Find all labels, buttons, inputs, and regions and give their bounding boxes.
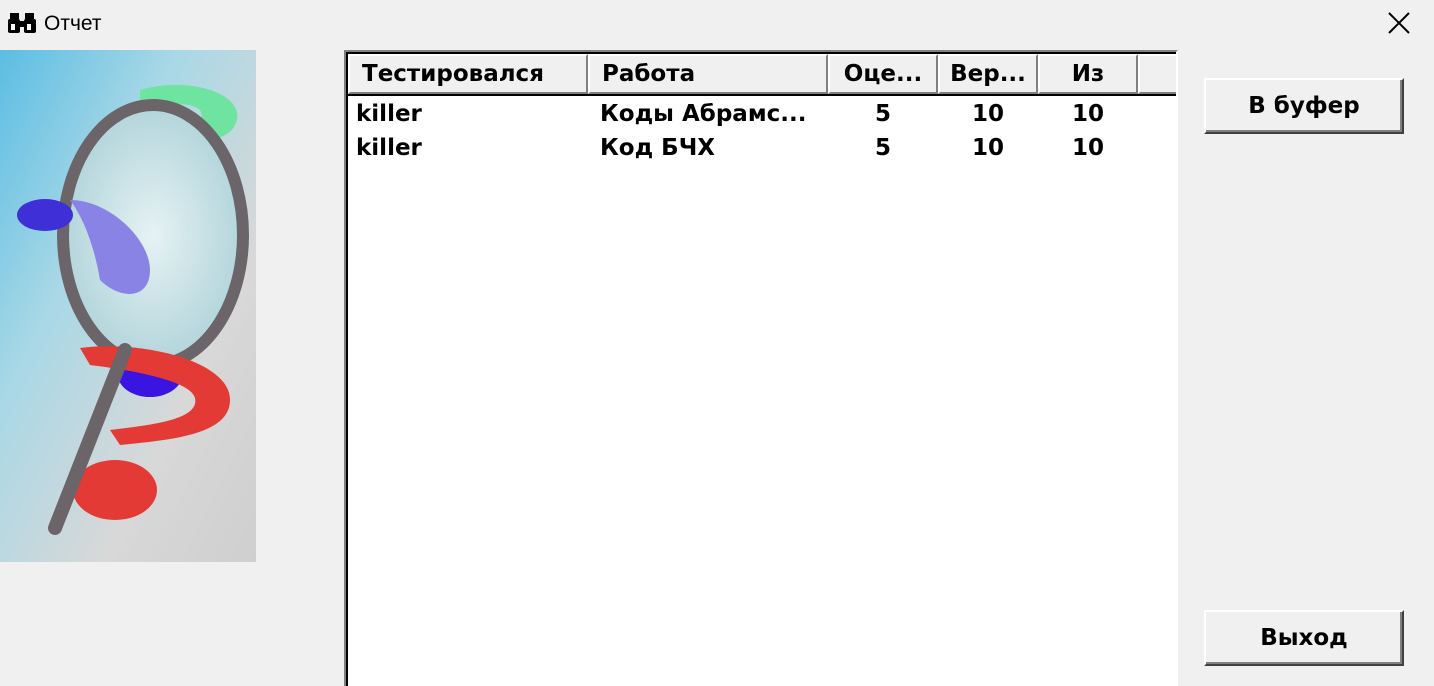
cell-tested: killer bbox=[356, 135, 422, 161]
close-button[interactable] bbox=[1364, 0, 1434, 46]
cell-tested: killer bbox=[356, 101, 422, 127]
cell-work: Коды Абрамс... bbox=[600, 101, 807, 127]
cell-grade: 5 bbox=[874, 135, 891, 161]
table-row[interactable]: killer Коды Абрамс... 5 10 10 bbox=[348, 97, 1176, 131]
close-icon bbox=[1388, 12, 1410, 34]
column-header-correct[interactable]: Вер... bbox=[938, 54, 1038, 94]
cell-correct: 10 bbox=[971, 135, 1004, 161]
grid-header: Тестировался Работа Оце... Вер... Из bbox=[348, 54, 1176, 96]
magnifier-question-image bbox=[0, 50, 256, 562]
binoculars-icon bbox=[8, 13, 36, 33]
title-bar: Отчет bbox=[0, 0, 1434, 50]
column-header-grade[interactable]: Оце... bbox=[828, 54, 938, 94]
cell-grade: 5 bbox=[874, 101, 891, 127]
cell-of: 10 bbox=[1071, 135, 1104, 161]
column-header-work[interactable]: Работа bbox=[588, 54, 828, 94]
results-grid[interactable]: Тестировался Работа Оце... Вер... Из kil… bbox=[344, 50, 1178, 686]
cell-of: 10 bbox=[1071, 101, 1104, 127]
table-row[interactable]: killer Код БЧХ 5 10 10 bbox=[348, 131, 1176, 165]
column-header-of[interactable]: Из bbox=[1038, 54, 1138, 94]
copy-to-clipboard-button[interactable]: В буфер bbox=[1204, 78, 1404, 134]
cell-work: Код БЧХ bbox=[600, 135, 716, 161]
exit-button[interactable]: Выход bbox=[1204, 610, 1404, 666]
column-header-filler bbox=[1138, 54, 1176, 94]
cell-correct: 10 bbox=[971, 101, 1004, 127]
column-header-tested[interactable]: Тестировался bbox=[348, 54, 588, 94]
window-title: Отчет bbox=[44, 12, 102, 35]
